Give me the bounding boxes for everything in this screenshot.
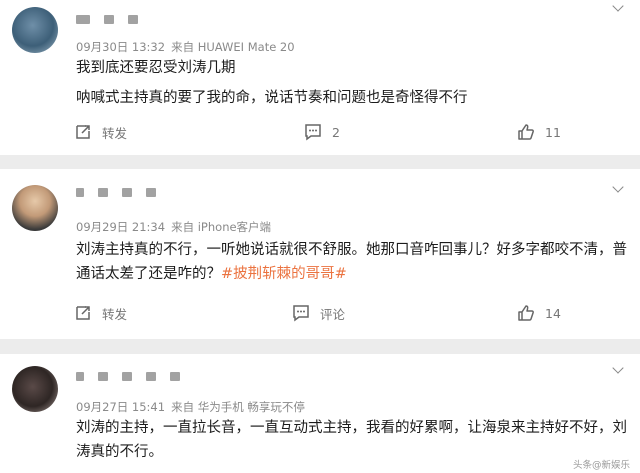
thumbs-up-icon bbox=[518, 124, 534, 140]
comment-card: 09月30日 13:32 来自 HUAWEI Mate 20 我到底还要忍受刘涛几… bbox=[0, 0, 640, 155]
repost-icon bbox=[76, 306, 90, 320]
comment-line: 呐喊式主持真的要了我的命，说话节奏和问题也是奇怪得不行 bbox=[76, 90, 468, 106]
topic-link[interactable]: #披荆斩棘的哥哥# bbox=[221, 266, 347, 282]
chevron-down-icon[interactable] bbox=[612, 183, 624, 195]
like-count: 14 bbox=[545, 305, 561, 321]
like-count: 11 bbox=[545, 124, 561, 140]
comment-count: 2 bbox=[332, 124, 340, 140]
comment-label: 评论 bbox=[320, 306, 346, 322]
comment-date: 09月30日 13:32 bbox=[76, 40, 166, 54]
comment-line: 我到底还要忍受刘涛几期 bbox=[76, 60, 236, 76]
blurred-username[interactable] bbox=[76, 187, 156, 197]
repost-label: 转发 bbox=[102, 125, 128, 141]
comment-button[interactable]: 评论 bbox=[292, 301, 345, 325]
repost-icon bbox=[76, 125, 90, 139]
comment-icon bbox=[293, 305, 309, 322]
like-button[interactable]: 14 bbox=[517, 301, 561, 325]
repost-button[interactable]: 转发 bbox=[74, 120, 127, 144]
action-bar: 转发 2 11 bbox=[0, 120, 640, 144]
avatar[interactable] bbox=[12, 185, 58, 231]
comment-text: 我到底还要忍受刘涛几期 呐喊式主持真的要了我的命，说话节奏和问题也是奇怪得不行 bbox=[76, 56, 632, 110]
repost-label: 转发 bbox=[102, 306, 128, 322]
comment-icon bbox=[305, 124, 321, 141]
comment-meta: 09月27日 15:41 来自 华为手机 畅享玩不停 bbox=[76, 399, 305, 415]
watermark: 头条@新娱乐 bbox=[572, 460, 630, 471]
comment-feed: 09月30日 13:32 来自 HUAWEI Mate 20 我到底还要忍受刘涛几… bbox=[0, 0, 640, 473]
comment-source: 来自 华为手机 畅享玩不停 bbox=[171, 400, 305, 414]
comment-button[interactable]: 2 bbox=[304, 120, 340, 144]
comment-date: 09月27日 15:41 bbox=[76, 400, 166, 414]
comment-date: 09月29日 21:34 bbox=[76, 220, 166, 234]
action-bar: 转发 评论 14 bbox=[0, 301, 640, 325]
blurred-username[interactable] bbox=[76, 371, 180, 381]
comment-meta: 09月30日 13:32 来自 HUAWEI Mate 20 bbox=[76, 39, 295, 55]
comment-text: 刘涛主持真的不行，一听她说话就很不舒服。她那口音咋回事儿？好多字都咬不清，普通话… bbox=[76, 238, 632, 286]
avatar[interactable] bbox=[12, 7, 58, 53]
repost-button[interactable]: 转发 bbox=[74, 301, 127, 325]
like-button[interactable]: 11 bbox=[517, 120, 561, 144]
comment-text: 刘涛的主持，一直拉长音，一直互动式主持，我看的好累啊，让海泉来主持好不好，刘涛真… bbox=[76, 416, 632, 464]
comment-source: 来自 iPhone客户端 bbox=[171, 220, 272, 234]
blurred-username[interactable] bbox=[76, 14, 138, 24]
comment-card: 09月27日 15:41 来自 华为手机 畅享玩不停 刘涛的主持，一直拉长音，一直… bbox=[0, 354, 640, 473]
chevron-down-icon[interactable] bbox=[612, 2, 624, 14]
comment-body: 刘涛主持真的不行，一听她说话就很不舒服。她那口音咋回事儿？好多字都咬不清，普通话… bbox=[76, 242, 627, 282]
comment-meta: 09月29日 21:34 来自 iPhone客户端 bbox=[76, 219, 271, 235]
comment-card: 09月29日 21:34 来自 iPhone客户端 刘涛主持真的不行，一听她说话就… bbox=[0, 169, 640, 339]
comment-source: 来自 HUAWEI Mate 20 bbox=[171, 40, 295, 54]
comment-body: 刘涛的主持，一直拉长音，一直互动式主持，我看的好累啊，让海泉来主持好不好，刘涛真… bbox=[76, 420, 627, 460]
thumbs-up-icon bbox=[518, 305, 534, 321]
avatar[interactable] bbox=[12, 366, 58, 412]
chevron-down-icon[interactable] bbox=[612, 364, 624, 376]
